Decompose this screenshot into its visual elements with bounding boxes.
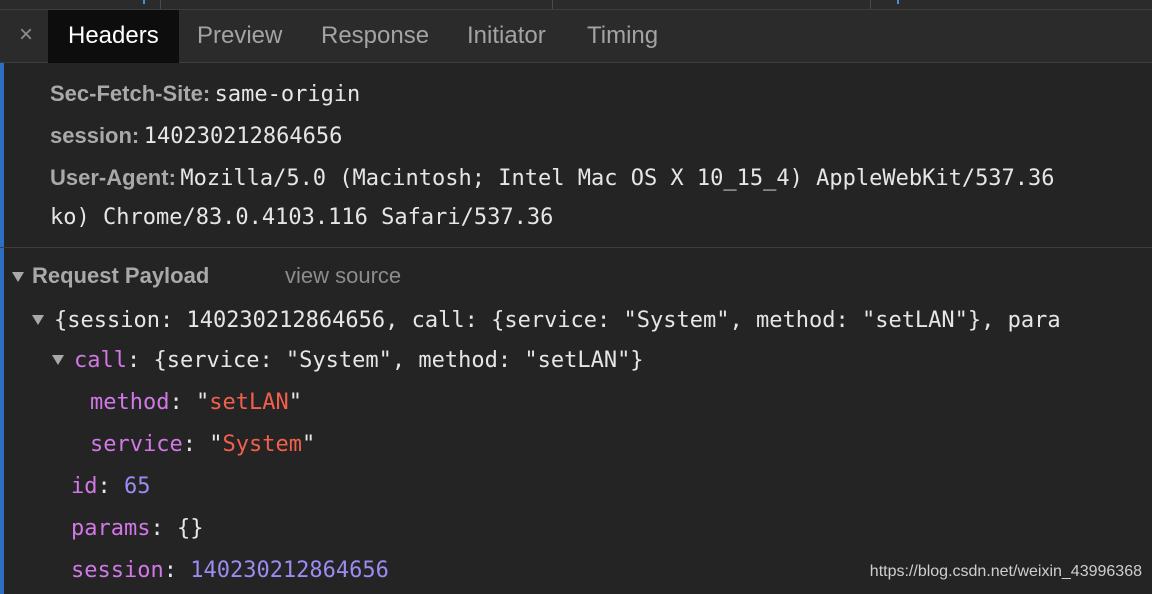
- column-divider: [870, 0, 871, 9]
- quote: ": [288, 390, 302, 415]
- object-value: {}: [176, 516, 204, 541]
- watermark: https://blog.csdn.net/weixin_43996368: [869, 563, 1142, 580]
- string-value: System: [222, 432, 302, 457]
- column-divider: [552, 0, 553, 9]
- string-value: setLAN: [209, 390, 289, 415]
- selection-marker: [143, 0, 145, 4]
- request-payload-section-header[interactable]: Request Payload: [12, 261, 209, 291]
- payload-id-row: id: 65: [71, 470, 151, 504]
- header-row: session: 140230212864656: [50, 121, 342, 151]
- payload-root-row[interactable]: {session: 140230212864656, call: {servic…: [32, 304, 1061, 338]
- expand-triangle-icon[interactable]: [52, 354, 64, 365]
- property-key: service: [90, 432, 183, 457]
- request-list-strip: [0, 0, 1152, 10]
- payload-params-row: params: {}: [71, 512, 203, 546]
- payload-call-row[interactable]: call: {service: "System", method: "setLA…: [52, 344, 644, 378]
- detail-tab-bar: × Headers Preview Response Initiator Tim…: [0, 10, 1152, 63]
- tab-preview[interactable]: Preview: [197, 10, 282, 62]
- property-key: params: [71, 516, 151, 541]
- payload-method-row: method: "setLAN": [90, 386, 302, 420]
- expand-triangle-icon[interactable]: [32, 314, 44, 325]
- colon: : ": [182, 432, 223, 457]
- header-value: same-origin: [214, 82, 361, 107]
- colon: :: [150, 516, 177, 541]
- tab-response[interactable]: Response: [321, 10, 429, 62]
- property-summary: {service: "System", method: "setLAN"}: [153, 348, 644, 373]
- tab-initiator[interactable]: Initiator: [467, 10, 546, 62]
- payload-service-row: service: "System": [90, 428, 315, 462]
- header-row: Sec-Fetch-Site: same-origin: [50, 79, 360, 109]
- header-value: 140230212864656: [143, 124, 343, 149]
- header-value: ko) Chrome/83.0.4103.116 Safari/537.36: [50, 205, 554, 230]
- colon: :: [97, 474, 124, 499]
- view-source-link[interactable]: view source: [285, 261, 401, 291]
- panel-focus-accent: [0, 63, 4, 594]
- close-icon[interactable]: ×: [12, 21, 40, 49]
- header-value: Mozilla/5.0 (Macintosh; Intel Mac OS X 1…: [180, 166, 1055, 191]
- selection-marker: [897, 0, 899, 4]
- colon: :: [163, 558, 191, 583]
- colon: : ": [169, 390, 210, 415]
- tab-timing[interactable]: Timing: [587, 10, 658, 62]
- property-key: call: [74, 348, 127, 373]
- header-row-continued: ko) Chrome/83.0.4103.116 Safari/537.36: [50, 203, 553, 233]
- tab-headers[interactable]: Headers: [48, 10, 179, 63]
- property-key: id: [71, 474, 98, 499]
- payload-session-row: session: 140230212864656: [71, 554, 389, 588]
- column-divider: [160, 0, 161, 9]
- payload-summary: {session: 140230212864656, call: {servic…: [54, 308, 1061, 333]
- colon: :: [126, 348, 154, 373]
- devtools-network-detail-panel: × Headers Preview Response Initiator Tim…: [0, 0, 1152, 594]
- header-name: User-Agent:: [50, 165, 176, 190]
- quote: ": [301, 432, 316, 457]
- property-key: method: [90, 390, 170, 415]
- expand-triangle-icon[interactable]: [12, 272, 24, 283]
- number-value: 65: [124, 474, 151, 499]
- header-name: session:: [50, 123, 140, 148]
- header-name: Sec-Fetch-Site:: [50, 81, 211, 106]
- property-key: session: [71, 558, 164, 583]
- number-value: 140230212864656: [190, 558, 389, 583]
- section-title: Request Payload: [32, 263, 210, 288]
- header-row: User-Agent: Mozilla/5.0 (Macintosh; Inte…: [50, 163, 1055, 193]
- section-divider: [0, 247, 1152, 248]
